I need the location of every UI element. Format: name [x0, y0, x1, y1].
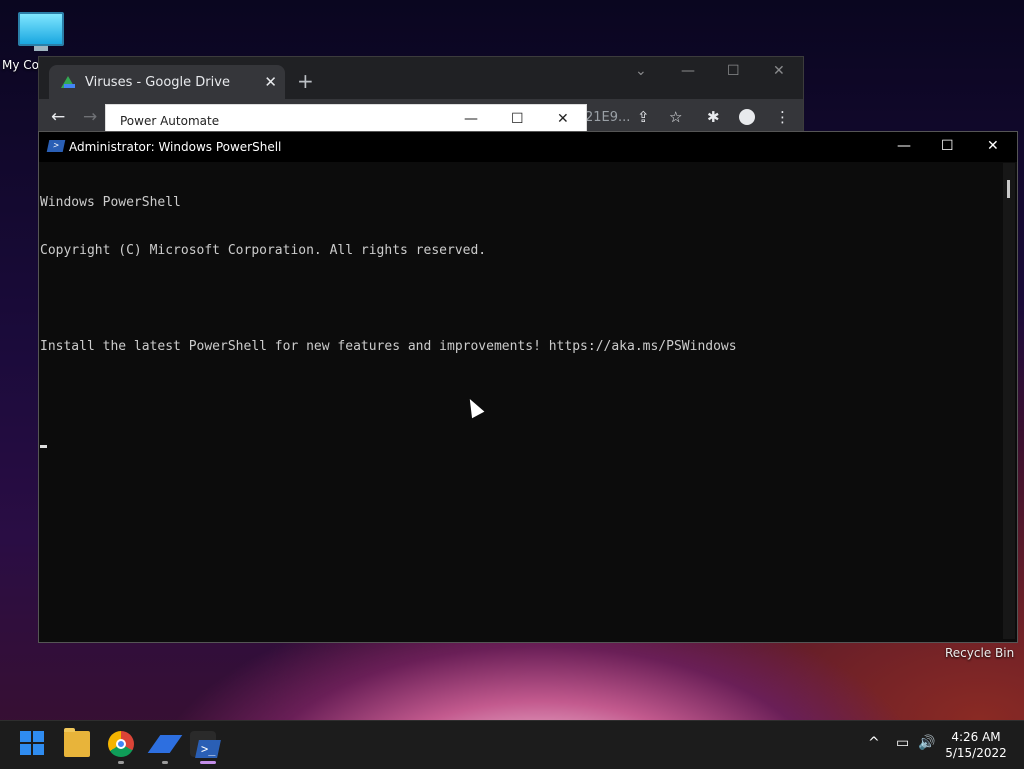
profile-avatar-icon[interactable] — [739, 109, 755, 125]
console-line: Windows PowerShell — [40, 195, 181, 210]
chrome-minimize-button[interactable]: — — [681, 63, 695, 79]
browser-tab[interactable]: Viruses - Google Drive ✕ — [49, 65, 285, 99]
windows-logo-pane — [33, 731, 44, 742]
taskbar: >_ ^ ▭ 🔊 4:26 AM 5/15/2022 — [0, 720, 1024, 769]
text-cursor — [40, 445, 47, 448]
tab-title: Viruses - Google Drive — [85, 74, 230, 90]
google-drive-icon — [61, 75, 75, 89]
powershell-taskbar-icon[interactable]: >_ — [190, 731, 216, 757]
scrollbar-thumb[interactable] — [1007, 180, 1010, 198]
file-explorer-icon[interactable] — [64, 728, 90, 757]
window-title: Administrator: Windows PowerShell — [69, 140, 282, 154]
tab-search-dropdown-icon[interactable]: ⌄ — [635, 63, 647, 79]
address-bar-text[interactable]: 21E9... — [585, 110, 630, 125]
powershell-titlebar[interactable]: > Administrator: Windows PowerShell — ☐ … — [39, 132, 1017, 162]
desktop-icon-recycle-bin[interactable]: Recycle Bin — [945, 646, 1014, 660]
forward-arrow-icon[interactable]: → — [83, 107, 97, 127]
console-line: Install the latest PowerShell for new fe… — [40, 339, 737, 354]
close-button[interactable]: ✕ — [987, 138, 999, 154]
maximize-button[interactable]: ☐ — [511, 111, 524, 127]
console-output[interactable]: Windows PowerShell Copyright (C) Microso… — [40, 163, 1002, 639]
system-clock[interactable]: 4:26 AM 5/15/2022 — [940, 729, 1012, 761]
network-icon[interactable]: ▭ — [896, 735, 909, 751]
windows-logo-pane — [20, 744, 31, 755]
console-scrollbar[interactable] — [1003, 163, 1015, 639]
chrome-maximize-button[interactable]: ☐ — [727, 63, 740, 79]
tab-close-icon[interactable]: ✕ — [264, 73, 277, 91]
chrome-close-button[interactable]: ✕ — [773, 63, 785, 79]
clock-time: 4:26 AM — [951, 730, 1001, 744]
powershell-icon: > — [46, 140, 66, 152]
console-line: Copyright (C) Microsoft Corporation. All… — [40, 243, 487, 258]
chrome-menu-icon[interactable]: ⋮ — [775, 108, 790, 126]
chrome-running-indicator — [118, 761, 124, 764]
window-title: Power Automate — [120, 114, 220, 128]
start-button[interactable] — [20, 731, 46, 757]
power-automate-taskbar-icon[interactable] — [152, 731, 178, 757]
clock-date: 5/15/2022 — [945, 746, 1007, 760]
new-tab-button[interactable]: + — [297, 71, 314, 91]
close-button[interactable]: ✕ — [557, 111, 569, 127]
share-icon[interactable]: ⇪ — [637, 108, 650, 126]
star-icon[interactable]: ☆ — [669, 108, 682, 126]
windows-logo-icon — [20, 731, 31, 742]
minimize-button[interactable]: — — [464, 111, 478, 127]
powershell-active-indicator — [200, 761, 216, 764]
windows-logo-pane — [33, 744, 44, 755]
maximize-button[interactable]: ☐ — [941, 138, 954, 154]
back-arrow-icon[interactable]: ← — [51, 107, 65, 127]
chrome-taskbar-icon[interactable] — [108, 731, 134, 757]
monitor-icon — [18, 12, 64, 51]
extensions-icon[interactable]: ✱ — [707, 108, 720, 126]
console-prompt-line[interactable] — [40, 435, 1002, 451]
desktop-icon-label: My Co — [2, 58, 39, 72]
minimize-button[interactable]: — — [897, 138, 911, 154]
power-automate-running-indicator — [162, 761, 168, 764]
volume-icon[interactable]: 🔊 — [918, 735, 935, 751]
show-hidden-icons-chevron-icon[interactable]: ^ — [868, 735, 880, 751]
powershell-glyph: >_ — [201, 742, 216, 756]
powershell-window: > Administrator: Windows PowerShell — ☐ … — [38, 131, 1018, 643]
